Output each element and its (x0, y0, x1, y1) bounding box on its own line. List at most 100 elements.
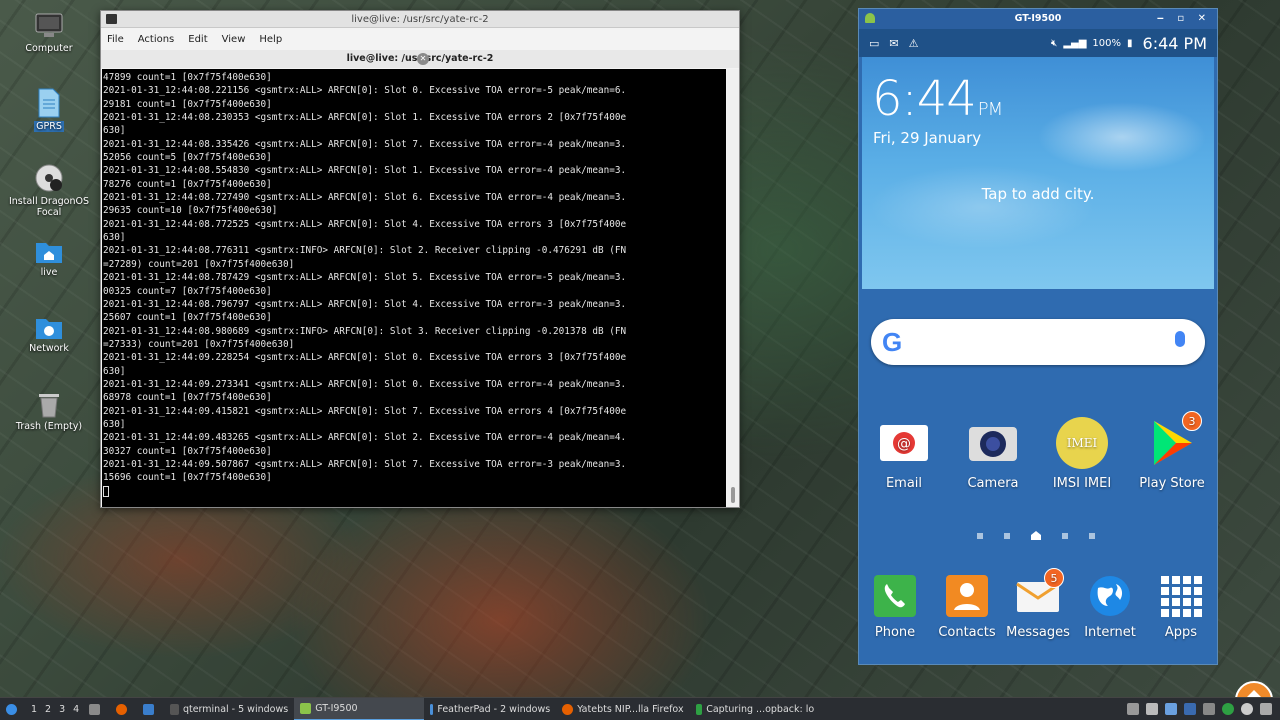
weather-clock-widget[interactable]: 6:44 PM Fri, 29 January Tap to add city. (862, 57, 1214, 289)
terminal-line: 2021-01-31_12:44:08.554830 <gsmtrx:ALL> … (103, 165, 627, 177)
menu-actions[interactable]: Actions (138, 34, 175, 45)
terminal-window-title: live@live: /usr/src/yate-rc-2 (351, 14, 489, 25)
terminal-window[interactable]: live@live: /usr/src/yate-rc-2 File Actio… (100, 10, 740, 508)
firefox-icon (562, 703, 574, 715)
desktop-icon-network[interactable]: Network (4, 316, 94, 355)
notification-badge: 5 (1044, 568, 1064, 588)
terminal-line: 2021-01-31_12:44:09.228254 <gsmtrx:ALL> … (103, 352, 627, 364)
terminal-line: 15696 count=1 [0x7f75f400e630] (103, 472, 272, 484)
terminal-line: 2021-01-31_12:44:08.221156 <gsmtrx:ALL> … (103, 85, 627, 97)
window-controls[interactable]: ‒ ▫ ✕ (1157, 9, 1211, 29)
terminal-lines: 47899 count=1 [0x7f75f400e630] 2021-01-31… (102, 69, 726, 498)
taskbar-wireshark[interactable]: Capturing ...opback: lo (690, 698, 820, 720)
desktop-icon-label: Trash (Empty) (15, 421, 83, 432)
system-tray (1127, 703, 1280, 715)
start-menu-button[interactable] (0, 698, 27, 720)
terminal-output[interactable]: 47899 count=1 [0x7f75f400e630] 2021-01-31… (102, 69, 726, 507)
firefox-launcher-icon[interactable] (110, 698, 137, 720)
desktop-icon-live[interactable]: live (4, 240, 94, 279)
workspace-1[interactable]: 1 (27, 698, 41, 720)
terminal-line: 2021-01-31_12:44:09.507867 <gsmtrx:ALL> … (103, 458, 627, 470)
dock-phone[interactable]: Phone (859, 574, 935, 640)
computer-icon (35, 13, 63, 37)
show-desktop-icon[interactable] (83, 698, 110, 720)
scrollbar-thumb[interactable] (731, 487, 735, 503)
page-dot[interactable] (1089, 532, 1095, 539)
page-dot[interactable] (977, 532, 983, 539)
app-email[interactable]: @ Email (864, 417, 944, 491)
terminal-line: 47899 count=1 [0x7f75f400e630] (103, 72, 272, 83)
terminal-line: 2021-01-31_12:44:08.980689 <gsmtrx:INFO>… (103, 325, 627, 337)
battery-percent: 100% (1092, 37, 1122, 49)
microphone-icon[interactable] (1175, 331, 1185, 347)
android-icon (300, 702, 312, 714)
taskbar-item-label: GT-I9500 (315, 702, 358, 714)
page-indicator[interactable] (977, 531, 1095, 540)
taskbar-firefox[interactable]: Yatebts NIP...lla Firefox (556, 698, 690, 720)
phone-mirror-window[interactable]: GT-I9500 ‒ ▫ ✕ ▭ ✉ ⚠ 🔇︎ ▂▄▆ 100% ▮ 6:44 … (858, 8, 1218, 665)
app-imsi-imei[interactable]: IMEI IMSI IMEI (1042, 417, 1122, 491)
desktop-icon-gprs[interactable]: GPRS (4, 88, 94, 133)
desktop-icon-computer[interactable]: Computer (4, 12, 94, 55)
app-label: Contacts (938, 625, 996, 640)
workspace-3[interactable]: 3 (55, 698, 69, 720)
terminal-scrollbar[interactable] (727, 69, 739, 507)
voicemail-icon: ▭ (869, 36, 880, 50)
desktop-icon-label: Network (29, 343, 69, 354)
google-search-bar[interactable]: G (871, 319, 1205, 365)
terminal-line: 2021-01-31_12:44:08.335426 <gsmtrx:ALL> … (103, 138, 627, 150)
close-tab-icon[interactable]: ✕ (417, 53, 429, 65)
bluetooth-icon[interactable] (1165, 703, 1177, 715)
page-dot[interactable] (1004, 532, 1010, 539)
trash-icon (39, 394, 59, 418)
camera-icon (967, 417, 1019, 469)
volume-icon[interactable] (1146, 703, 1158, 715)
terminal-line: 52056 count=5 [0x7f75f400e630] (103, 152, 272, 164)
display-icon[interactable] (1260, 703, 1272, 715)
dock-contacts[interactable]: Contacts (927, 574, 1007, 640)
terminal-menubar: File Actions Edit View Help (101, 28, 739, 50)
menu-edit[interactable]: Edit (188, 34, 207, 45)
terminal-titlebar[interactable]: live@live: /usr/src/yate-rc-2 (101, 11, 739, 28)
dock-messages[interactable]: 5 Messages (998, 568, 1078, 640)
dock-internet[interactable]: Internet (1070, 574, 1150, 640)
dock-apps[interactable]: Apps (1141, 574, 1217, 640)
app-label: Phone (874, 625, 916, 640)
desktop-icon-trash[interactable]: Trash (Empty) (4, 390, 94, 433)
terminal-line: 2021-01-31_12:44:08.727490 <gsmtrx:ALL> … (103, 192, 627, 204)
clipboard-icon[interactable] (1127, 703, 1139, 715)
taskbar-qterminal[interactable]: qterminal - 5 windows (164, 698, 294, 720)
menu-file[interactable]: File (107, 34, 124, 45)
android-icon (865, 13, 875, 23)
page-dot[interactable] (1062, 532, 1068, 539)
terminal-app-icon (106, 14, 117, 24)
terminal-tab[interactable]: live@live: /usr/src/yate-rc-2 ✕ (101, 50, 739, 68)
files-launcher-icon[interactable] (137, 698, 164, 720)
vpn-icon[interactable] (1184, 703, 1196, 715)
terminal-line: 00325 count=7 [0x7f75f400e630] (103, 285, 272, 297)
update-status-icon[interactable] (1222, 703, 1234, 715)
power-icon[interactable] (1241, 703, 1253, 715)
taskbar-gt-i9500[interactable]: GT-I9500 (294, 697, 425, 720)
menu-help[interactable]: Help (259, 34, 282, 45)
network-icon[interactable] (1203, 703, 1215, 715)
terminal-cursor (103, 485, 726, 498)
home-page-icon[interactable] (1031, 531, 1041, 540)
phone-titlebar[interactable]: GT-I9500 ‒ ▫ ✕ (859, 9, 1217, 29)
desktop-icon-install-dragonos[interactable]: Install DragonOS Focal (4, 163, 94, 219)
workspace-4[interactable]: 4 (69, 698, 83, 720)
desktop-icon-label: GPRS (34, 121, 64, 132)
menu-view[interactable]: View (222, 34, 246, 45)
home-folder-icon (36, 243, 62, 263)
app-play-store[interactable]: 3 Play Store (1132, 411, 1212, 491)
terminal-line: 630] (103, 418, 126, 430)
app-camera[interactable]: Camera (953, 417, 1033, 491)
workspace-2[interactable]: 2 (41, 698, 55, 720)
terminal-line: 2021-01-31_12:44:08.787429 <gsmtrx:ALL> … (103, 272, 627, 284)
taskbar-featherpad[interactable]: FeatherPad - 2 windows (424, 698, 556, 720)
widget-clock: 6:44 PM (872, 71, 1003, 127)
terminal-line: 630] (103, 125, 126, 137)
add-city-prompt[interactable]: Tap to add city. (862, 185, 1214, 203)
app-label: Internet (1084, 625, 1136, 640)
desktop-icon-label: live (40, 267, 58, 278)
